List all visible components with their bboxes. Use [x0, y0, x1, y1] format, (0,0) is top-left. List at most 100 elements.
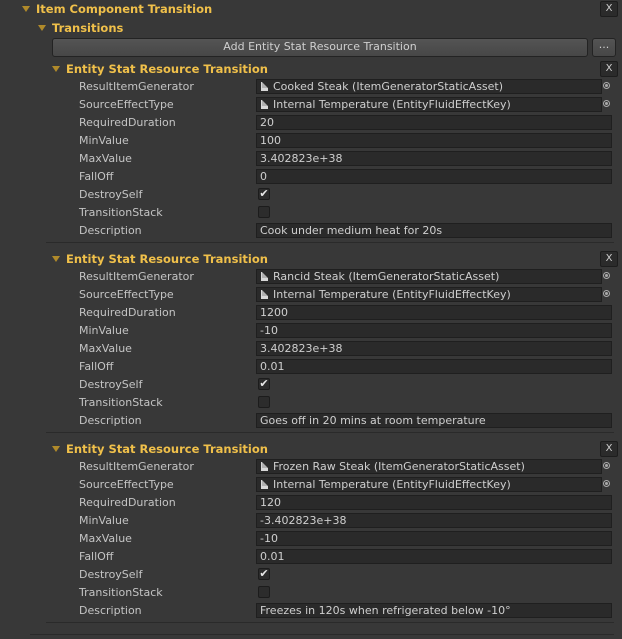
result-item-generator-field[interactable]: Cooked Steak (ItemGeneratorStaticAsset) — [256, 79, 602, 94]
source-effect-type-row: SourceEffectType Internal Temperature (E… — [0, 476, 622, 494]
source-effect-type-field[interactable]: Internal Temperature (EntityFluidEffectK… — [256, 477, 602, 492]
foldout-arrow-icon[interactable] — [52, 256, 60, 262]
field-label: TransitionStack — [79, 396, 163, 409]
min-value-field[interactable]: -3.402823e+38 — [256, 513, 612, 528]
asset-icon — [261, 272, 268, 281]
add-transition-button[interactable]: Add Entity Stat Resource Transition — [52, 38, 588, 57]
max-value-row: MaxValue -10 — [0, 530, 622, 548]
source-effect-type-row: SourceEffectType Internal Temperature (E… — [0, 96, 622, 114]
source-effect-type-field[interactable]: Internal Temperature (EntityFluidEffectK… — [256, 287, 602, 302]
falloff-field[interactable]: 0.01 — [256, 549, 612, 564]
field-value: Internal Temperature (EntityFluidEffectK… — [273, 98, 511, 111]
transition-close-button[interactable]: X — [600, 441, 618, 457]
field-label: MinValue — [79, 134, 129, 147]
object-picker-icon[interactable] — [603, 272, 610, 279]
field-label: ResultItemGenerator — [79, 270, 194, 283]
transition-stack-checkbox[interactable] — [258, 206, 270, 218]
field-value: Frozen Raw Steak (ItemGeneratorStaticAss… — [273, 460, 525, 473]
source-effect-type-field[interactable]: Internal Temperature (EntityFluidEffectK… — [256, 97, 602, 112]
field-label: FallOff — [79, 360, 114, 373]
component-close-button[interactable]: X — [600, 1, 618, 17]
divider — [46, 242, 614, 243]
destroy-self-checkbox[interactable]: ✔ — [258, 568, 270, 580]
transition-stack-checkbox[interactable] — [258, 396, 270, 408]
object-picker-icon[interactable] — [603, 82, 610, 89]
falloff-row: FallOff 0.01 — [0, 548, 622, 566]
min-value-field[interactable]: -10 — [256, 323, 612, 338]
divider — [46, 432, 614, 433]
asset-icon — [261, 82, 268, 91]
transition-close-button[interactable]: X — [600, 251, 618, 267]
foldout-arrow-icon[interactable] — [38, 25, 46, 31]
field-label: Description — [79, 604, 142, 617]
transition-header[interactable]: Entity Stat Resource Transition — [52, 440, 268, 458]
field-label: MaxValue — [79, 532, 132, 545]
divider — [46, 622, 614, 623]
foldout-arrow-icon[interactable] — [52, 66, 60, 72]
falloff-row: FallOff 0 — [0, 168, 622, 186]
field-label: RequiredDuration — [79, 306, 176, 319]
asset-icon — [261, 100, 268, 109]
required-duration-field[interactable]: 1200 — [256, 305, 612, 320]
required-duration-row: RequiredDuration 120 — [0, 494, 622, 512]
transition-close-button[interactable]: X — [600, 61, 618, 77]
object-picker-icon[interactable] — [603, 462, 610, 469]
foldout-arrow-icon[interactable] — [52, 446, 60, 452]
field-label: RequiredDuration — [79, 496, 176, 509]
transition-stack-row: TransitionStack — [0, 394, 622, 412]
field-label: SourceEffectType — [79, 288, 174, 301]
required-duration-row: RequiredDuration 1200 — [0, 304, 622, 322]
result-item-generator-row: ResultItemGenerator Rancid Steak (ItemGe… — [0, 268, 622, 286]
min-value-row: MinValue -3.402823e+38 — [0, 512, 622, 530]
falloff-field[interactable]: 0 — [256, 169, 612, 184]
transition-title: Entity Stat Resource Transition — [66, 252, 268, 266]
transitions-header[interactable]: Transitions — [38, 19, 123, 37]
required-duration-field[interactable]: 120 — [256, 495, 612, 510]
result-item-generator-field[interactable]: Frozen Raw Steak (ItemGeneratorStaticAss… — [256, 459, 602, 474]
max-value-row: MaxValue 3.402823e+38 — [0, 340, 622, 358]
component-header[interactable]: Item Component Transition — [22, 0, 212, 18]
field-label: DestroySelf — [79, 378, 143, 391]
falloff-field[interactable]: 0.01 — [256, 359, 612, 374]
destroy-self-checkbox[interactable]: ✔ — [258, 378, 270, 390]
field-label: FallOff — [79, 170, 114, 183]
description-field[interactable]: Cook under medium heat for 20s — [256, 223, 612, 238]
max-value-field[interactable]: 3.402823e+38 — [256, 151, 612, 166]
field-value: Internal Temperature (EntityFluidEffectK… — [273, 288, 511, 301]
field-label: RequiredDuration — [79, 116, 176, 129]
result-item-generator-row: ResultItemGenerator Frozen Raw Steak (It… — [0, 458, 622, 476]
field-label: ResultItemGenerator — [79, 80, 194, 93]
field-label: MinValue — [79, 324, 129, 337]
field-label: Description — [79, 224, 142, 237]
component-title: Item Component Transition — [36, 2, 213, 16]
object-picker-icon[interactable] — [603, 290, 610, 297]
transition-header[interactable]: Entity Stat Resource Transition — [52, 60, 268, 78]
destroy-self-checkbox[interactable]: ✔ — [258, 188, 270, 200]
field-value: Rancid Steak (ItemGeneratorStaticAsset) — [273, 270, 500, 283]
field-label: FallOff — [79, 550, 114, 563]
transition-header[interactable]: Entity Stat Resource Transition — [52, 250, 268, 268]
transition-title: Entity Stat Resource Transition — [66, 62, 268, 76]
field-label: ResultItemGenerator — [79, 460, 194, 473]
foldout-arrow-icon[interactable] — [22, 6, 30, 12]
result-item-generator-field[interactable]: Rancid Steak (ItemGeneratorStaticAsset) — [256, 269, 602, 284]
required-duration-field[interactable]: 20 — [256, 115, 612, 130]
destroy-self-row: DestroySelf ✔ — [0, 566, 622, 584]
max-value-field[interactable]: 3.402823e+38 — [256, 341, 612, 356]
max-value-field[interactable]: -10 — [256, 531, 612, 546]
transition-stack-checkbox[interactable] — [258, 586, 270, 598]
field-label: DestroySelf — [79, 568, 143, 581]
divider — [30, 634, 614, 635]
field-label: TransitionStack — [79, 206, 163, 219]
field-value: Internal Temperature (EntityFluidEffectK… — [273, 478, 511, 491]
min-value-field[interactable]: 100 — [256, 133, 612, 148]
result-item-generator-row: ResultItemGenerator Cooked Steak (ItemGe… — [0, 78, 622, 96]
min-value-row: MinValue -10 — [0, 322, 622, 340]
object-picker-icon[interactable] — [603, 100, 610, 107]
description-row: Description Cook under medium heat for 2… — [0, 222, 622, 240]
field-label: DestroySelf — [79, 188, 143, 201]
object-picker-icon[interactable] — [603, 480, 610, 487]
more-options-button[interactable]: ... — [592, 38, 616, 57]
description-field[interactable]: Goes off in 20 mins at room temperature — [256, 413, 612, 428]
description-field[interactable]: Freezes in 120s when refrigerated below … — [256, 603, 612, 618]
